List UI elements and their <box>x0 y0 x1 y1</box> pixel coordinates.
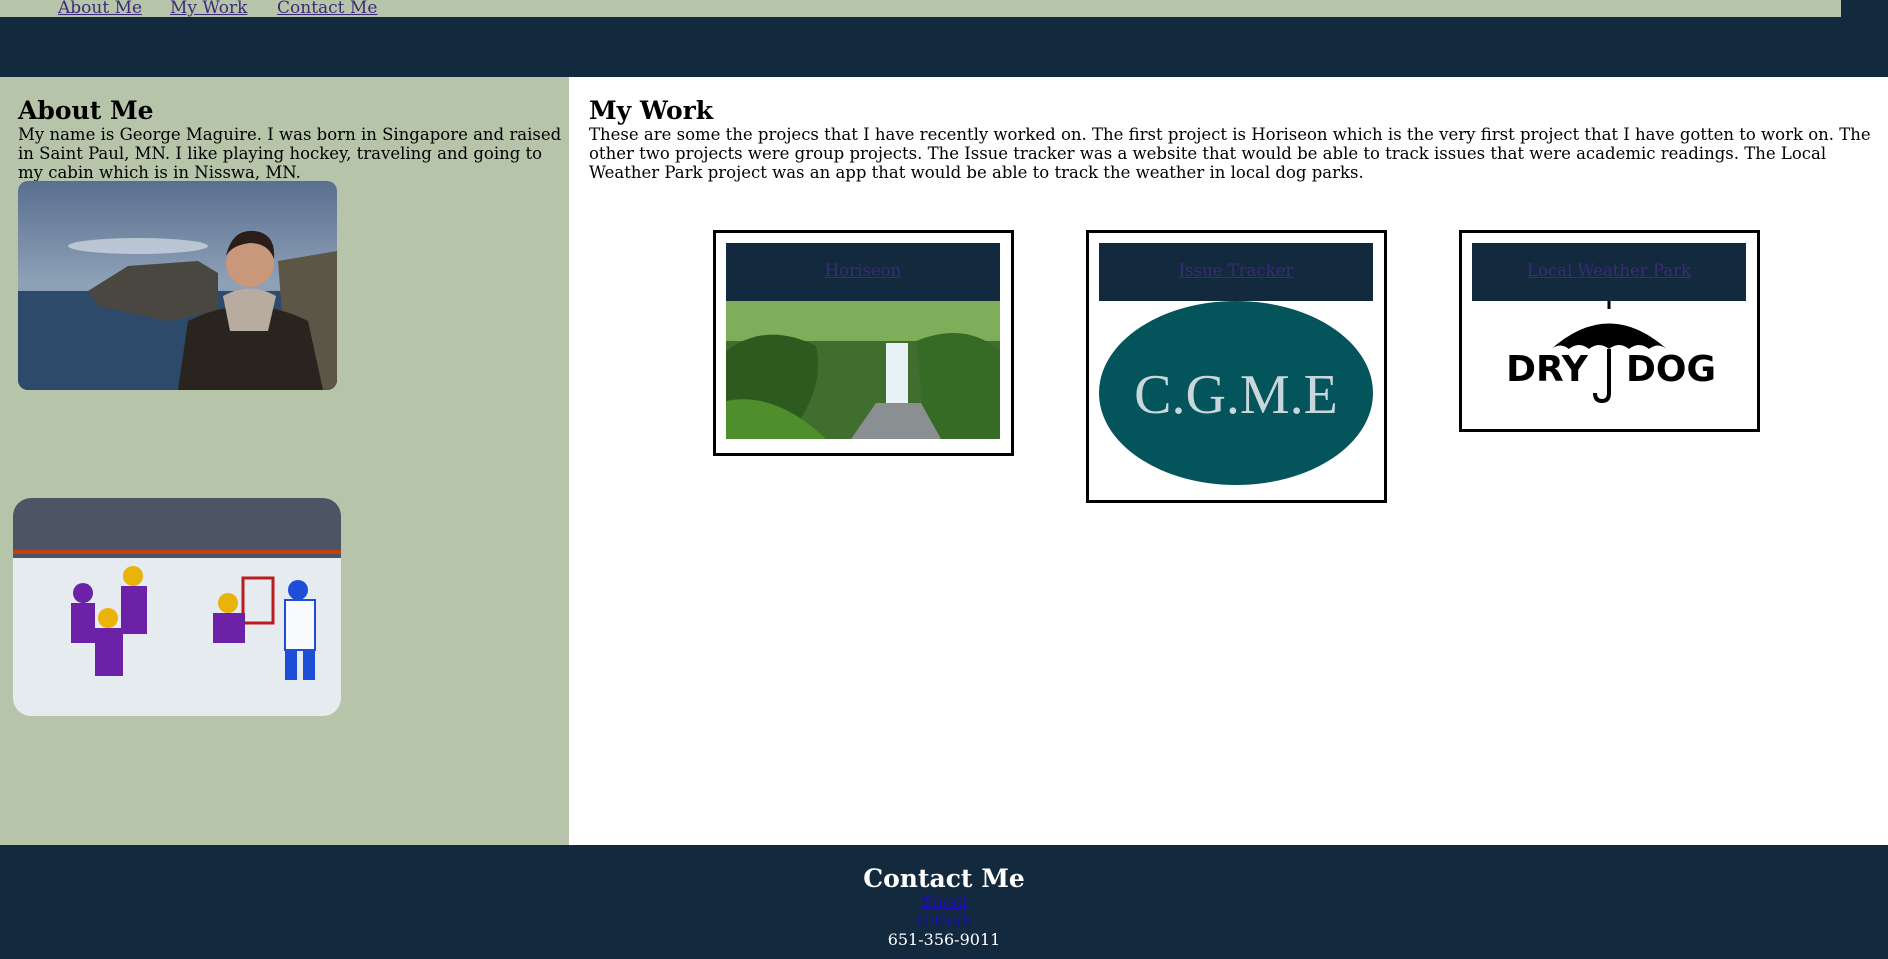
portrait-photo <box>18 181 337 390</box>
horiseon-link[interactable]: Horiseon <box>825 261 901 280</box>
cgme-logo: C.G.M.E <box>1099 301 1373 491</box>
hockey-photo <box>13 498 341 716</box>
project-title-bar: Local Weather Park <box>1472 243 1746 301</box>
contact-links: Email Github 651-356-9011 <box>0 892 1888 949</box>
about-text: My name is George Maguire. I was born in… <box>18 125 562 182</box>
contact-footer: Contact Me Email Github 651-356-9011 <box>0 845 1888 959</box>
project-card-issue-tracker: Issue Tracker C.G.M.E <box>1086 230 1387 503</box>
email-link[interactable]: Email <box>0 892 1888 911</box>
local-weather-park-link[interactable]: Local Weather Park <box>1527 261 1691 280</box>
work-section: My Work These are some the projecs that … <box>569 77 1888 845</box>
github-link[interactable]: Github <box>0 911 1888 930</box>
dry-dog-logo-right: DOG <box>1626 349 1716 390</box>
nav-about-me-link[interactable]: About Me <box>58 0 142 18</box>
work-heading: My Work <box>589 96 714 125</box>
dry-dog-logo: DRY DOG <box>1472 301 1746 425</box>
about-heading: About Me <box>18 96 154 125</box>
site-header: About Me My Work Contact Me <box>0 0 1888 77</box>
cgme-logo-text: C.G.M.E <box>1134 364 1338 426</box>
project-card-local-weather-park: Local Weather Park DRY DOG <box>1459 230 1760 432</box>
dry-dog-logo-left: DRY <box>1506 349 1589 390</box>
project-title-bar: Issue Tracker <box>1099 243 1373 301</box>
contact-heading: Contact Me <box>863 864 1025 893</box>
work-text: These are some the projecs that I have r… <box>589 125 1871 182</box>
project-title-bar: Horiseon <box>726 243 1000 301</box>
waterfall-image <box>726 301 1000 443</box>
top-nav: About Me My Work Contact Me <box>0 0 1841 18</box>
issue-tracker-link[interactable]: Issue Tracker <box>1179 261 1294 280</box>
phone-number: 651-356-9011 <box>887 930 1001 949</box>
project-card-horiseon: Horiseon <box>713 230 1014 456</box>
nav-contact-me-link[interactable]: Contact Me <box>277 0 377 18</box>
about-section: About Me My name is George Maguire. I wa… <box>0 77 569 845</box>
nav-my-work-link[interactable]: My Work <box>170 0 247 18</box>
